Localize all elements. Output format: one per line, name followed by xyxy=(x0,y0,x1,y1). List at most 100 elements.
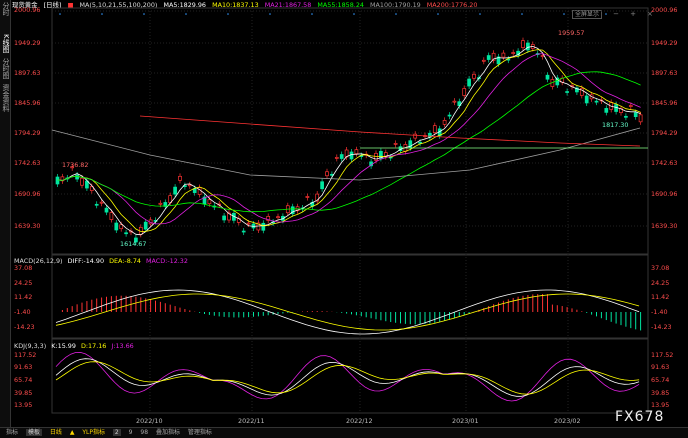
macd-tick-left: 11.42 xyxy=(14,293,33,301)
macd-tick-right: -1.40 xyxy=(651,308,668,316)
macd-tick-left: 24.25 xyxy=(14,279,33,287)
ma200-line xyxy=(139,115,641,147)
candle-body xyxy=(99,201,104,204)
time-tick: 2022/10 xyxy=(136,417,163,425)
kdj-j-line xyxy=(55,351,640,402)
indicator-tab[interactable]: 指标 xyxy=(6,429,18,436)
candle-body xyxy=(462,88,467,96)
price-tick-right: 1742.63 xyxy=(651,159,678,167)
price-tick-left: 2000.96 xyxy=(14,6,41,14)
ma5-line xyxy=(57,45,641,236)
candle-body xyxy=(511,52,516,54)
price-tick-left: 1794.29 xyxy=(14,129,41,137)
macd-dea-line xyxy=(55,293,640,331)
candle-body xyxy=(526,42,530,51)
event-marker xyxy=(143,13,145,15)
event-marker xyxy=(353,13,355,15)
grid-lines xyxy=(51,7,649,414)
candle-body xyxy=(109,212,114,220)
ma21-line xyxy=(57,53,641,225)
candle-body xyxy=(114,222,119,231)
macd-dea: DEA:-8.74 xyxy=(109,257,141,265)
kdj-k: K:15.99 xyxy=(51,342,76,350)
ylp-indicator-tab[interactable]: YLP指标 xyxy=(82,429,105,436)
candle-body xyxy=(432,125,437,133)
candle-body xyxy=(447,114,452,117)
candle-body xyxy=(94,203,99,206)
candle-body xyxy=(339,154,344,159)
candle-body xyxy=(173,186,177,195)
candle-body xyxy=(187,184,192,187)
event-marker xyxy=(479,13,481,15)
high-annotation: 1959.57 xyxy=(558,29,585,37)
manage-indicator-tab[interactable]: 管理指标 xyxy=(188,429,212,436)
time-tick: 2022/11 xyxy=(238,417,265,425)
candle-body xyxy=(633,112,638,118)
ma55-line xyxy=(57,71,641,213)
candle-body xyxy=(207,199,212,205)
candle-body xyxy=(584,95,589,104)
price-tick-right: 2000.96 xyxy=(651,6,678,14)
time-tick: 2022/12 xyxy=(346,417,373,425)
candle-body xyxy=(393,143,398,145)
event-marker xyxy=(185,13,187,15)
low-annotation: 1614.67 xyxy=(120,240,147,248)
event-marker xyxy=(227,13,229,15)
left-high-annotation: 1736.82 xyxy=(62,161,89,169)
price-tick-left: 1639.30 xyxy=(14,222,41,230)
kdj-d: D:17.16 xyxy=(80,342,107,350)
event-marker xyxy=(521,13,523,15)
candle-body xyxy=(452,100,457,103)
overlay-indicator-tab[interactable]: 叠加指标 xyxy=(156,429,180,436)
event-marker xyxy=(59,13,61,15)
candle-body xyxy=(75,174,79,180)
option-98-button[interactable]: 98 xyxy=(140,429,148,436)
arrow-up-icon[interactable]: ▲ xyxy=(70,429,75,436)
daily-tab[interactable]: 日线 xyxy=(50,429,62,436)
price-tick-left: 1845.96 xyxy=(14,99,41,107)
option-2-button[interactable]: 2 xyxy=(112,429,121,436)
macd-tick-right: -14.23 xyxy=(651,323,672,331)
candle-body xyxy=(413,133,418,139)
candle-body xyxy=(638,114,643,123)
candle-body xyxy=(124,232,128,235)
candle-body xyxy=(104,207,109,213)
kdj-header: KDJ(9,3,3) K:15.99 D:17.16 J:13.66 xyxy=(14,342,137,351)
price-tick-right: 1949.29 xyxy=(651,39,678,47)
template-tab[interactable]: 模板 xyxy=(25,429,42,436)
macd-tick-left: 37.08 xyxy=(14,264,33,272)
event-marker xyxy=(605,13,607,15)
price-tick-left: 1690.96 xyxy=(14,190,41,198)
option-9-button[interactable]: 9 xyxy=(129,429,133,436)
candle-body xyxy=(320,181,324,190)
candle-body xyxy=(521,40,525,48)
macd-tick-left: -14.23 xyxy=(14,323,35,331)
kdj-label: KDJ(9,3,3) xyxy=(14,342,47,350)
price-tick-left: 1949.29 xyxy=(14,39,41,47)
bottom-toolbar: 指标 模板 日线 ▲ YLP指标 2 9 98 叠加指标 管理指标 xyxy=(0,427,688,438)
candle-body xyxy=(624,115,628,118)
candle-body xyxy=(241,230,246,233)
candle-body xyxy=(540,55,545,57)
candle-body xyxy=(349,151,354,160)
candle-body xyxy=(467,78,471,87)
candle-body xyxy=(305,196,310,198)
candlesticks xyxy=(55,37,643,245)
kdj-tick-right: 13.95 xyxy=(651,401,670,409)
candle-body xyxy=(565,91,569,93)
candle-body xyxy=(55,176,60,185)
macd-tick-right: 11.42 xyxy=(651,293,670,301)
macd-diff: DIFF:-14.90 xyxy=(67,257,105,265)
price-tick-right: 1845.96 xyxy=(651,99,678,107)
candle-body xyxy=(472,73,476,79)
kdj-j: J:13.66 xyxy=(111,342,134,350)
macd-tick-left: -1.40 xyxy=(14,308,31,316)
candle-body xyxy=(276,216,280,219)
last-annotation: 1817.30 xyxy=(602,121,629,129)
kdj-panel xyxy=(55,351,640,402)
candle-body xyxy=(261,222,266,231)
candle-body xyxy=(119,224,124,230)
candle-body xyxy=(325,171,329,177)
candle-body xyxy=(197,187,202,195)
kdj-tick-right: 65.74 xyxy=(651,376,670,384)
